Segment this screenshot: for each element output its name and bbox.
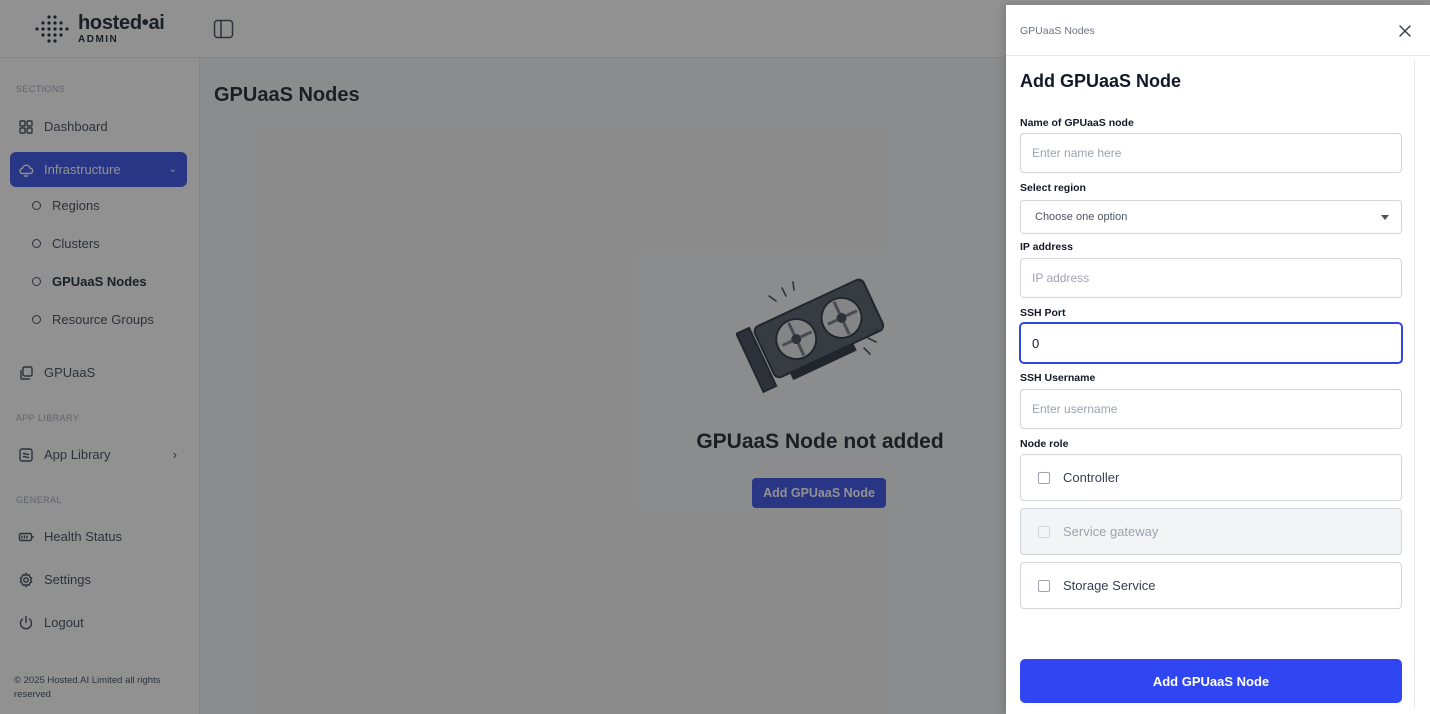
breadcrumb: GPUaaS Nodes [1020, 25, 1095, 37]
checkbox[interactable] [1038, 579, 1050, 592]
region-select[interactable]: Choose one option [1020, 200, 1402, 234]
ssh-port-label: SSH Port [1020, 307, 1066, 319]
node-name-field[interactable] [1020, 133, 1402, 173]
ip-label: IP address [1020, 241, 1073, 253]
role-option-label: Storage Service [1063, 578, 1156, 593]
close-icon[interactable] [1398, 24, 1412, 38]
role-option-label: Controller [1063, 470, 1120, 485]
drawer-scrollbar[interactable] [1414, 60, 1422, 708]
ssh-username-field[interactable] [1020, 389, 1402, 429]
ip-address-field[interactable] [1020, 258, 1402, 298]
drawer-header: GPUaaS Nodes [1006, 5, 1430, 56]
ssh-username-label: SSH Username [1020, 372, 1096, 384]
role-option-controller[interactable]: Controller [1020, 454, 1402, 501]
name-label: Name of GPUaaS node [1020, 117, 1134, 129]
submit-add-node-button[interactable]: Add GPUaaS Node [1020, 659, 1402, 703]
role-option-service-gateway: Service gateway [1020, 508, 1402, 555]
ssh-port-field[interactable] [1020, 323, 1402, 363]
add-node-drawer: GPUaaS Nodes Add GPUaaS Node Name of GPU… [1006, 5, 1430, 714]
role-option-label: Service gateway [1063, 524, 1159, 539]
checkbox[interactable] [1038, 471, 1050, 484]
role-option-storage-service[interactable]: Storage Service [1020, 562, 1402, 609]
caret-down-icon [1381, 215, 1389, 220]
region-label: Select region [1020, 182, 1086, 194]
form-title: Add GPUaaS Node [1020, 71, 1182, 91]
region-select-value: Choose one option [1035, 211, 1128, 223]
checkbox [1038, 525, 1050, 538]
node-role-label: Node role [1020, 438, 1069, 450]
